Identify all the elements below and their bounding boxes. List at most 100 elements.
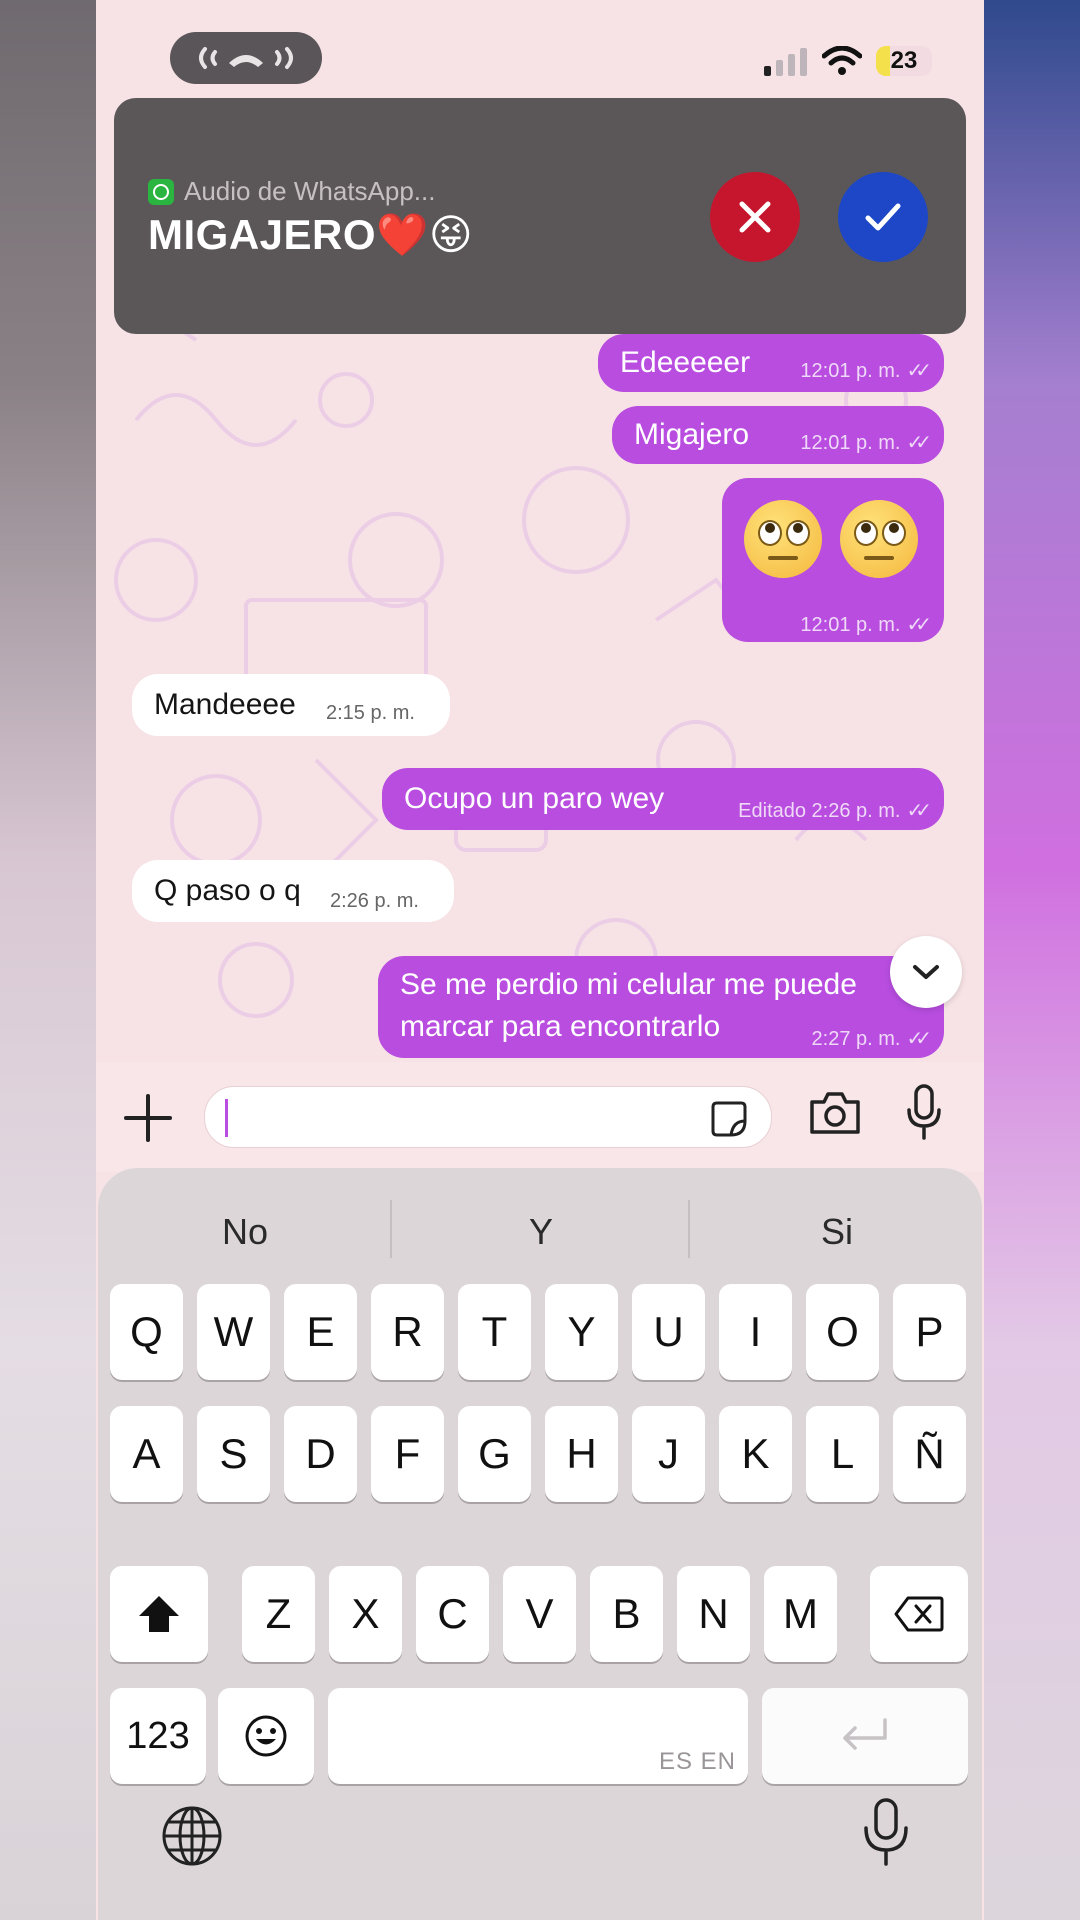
close-icon — [739, 201, 771, 233]
key-g[interactable]: G — [458, 1406, 531, 1502]
key-t[interactable]: T — [458, 1284, 531, 1380]
key-h[interactable]: H — [545, 1406, 618, 1502]
key-e[interactable]: E — [284, 1284, 357, 1380]
emoji-key[interactable] — [218, 1688, 314, 1784]
check-icon — [865, 203, 901, 231]
keyboard-language-label: ES EN — [658, 1748, 736, 1775]
message-bubble[interactable]: Q paso o q 2:26 p. m. — [132, 860, 454, 922]
dictation-icon[interactable] — [862, 1798, 910, 1866]
key-j[interactable]: J — [632, 1406, 705, 1502]
key-ñ[interactable]: Ñ — [893, 1406, 966, 1502]
message-text-line: Se me perdio mi celular me puede — [400, 968, 857, 1001]
key-n[interactable]: N — [677, 1566, 750, 1662]
message-input[interactable] — [204, 1086, 772, 1148]
key-x[interactable]: X — [329, 1566, 402, 1662]
battery-indicator: 23 — [876, 46, 932, 76]
emoji-icon — [245, 1715, 287, 1757]
emoji-pair — [744, 500, 918, 578]
suggestion-2[interactable]: Y — [394, 1190, 688, 1274]
message-bubble[interactable]: Edeeeeer 12:01 p. m. ✓✓ — [598, 334, 944, 392]
signal-icon — [764, 48, 807, 76]
message-time: 2:26 p. m. — [330, 890, 419, 912]
return-key[interactable] — [762, 1688, 968, 1784]
numbers-key[interactable]: 123 — [110, 1688, 206, 1784]
key-k[interactable]: K — [719, 1406, 792, 1502]
message-bubble[interactable]: Mandeeee 2:15 p. m. — [132, 674, 450, 736]
key-o[interactable]: O — [806, 1284, 879, 1380]
eye-roll-emoji — [840, 500, 918, 578]
whatsapp-icon — [148, 178, 174, 205]
suggestion-divider — [390, 1200, 392, 1258]
key-p[interactable]: P — [893, 1284, 966, 1380]
key-r[interactable]: R — [371, 1284, 444, 1380]
key-c[interactable]: C — [416, 1566, 489, 1662]
message-time: 12:01 p. m. ✓✓ — [800, 360, 931, 382]
on-screen-keyboard: No Y Si QWERTYUIOP ASDFGHJKLÑ ZXCVBNM 12… — [98, 1168, 982, 1920]
suggestion-3[interactable]: Si — [690, 1190, 984, 1274]
double-check-icon: ✓✓ — [906, 360, 931, 382]
key-u[interactable]: U — [632, 1284, 705, 1380]
message-text: Ocupo un paro wey — [404, 782, 665, 815]
microphone-icon[interactable] — [906, 1084, 942, 1140]
message-text: Mandeeee — [154, 688, 296, 721]
caller-name: MIGAJERO❤️😝 — [148, 211, 474, 258]
accept-call-button[interactable] — [838, 172, 928, 262]
message-time: Editado 2:26 p. m. ✓✓ — [738, 800, 932, 822]
key-s[interactable]: S — [197, 1406, 270, 1502]
backspace-key[interactable] — [870, 1566, 968, 1662]
double-check-icon: ✓✓ — [906, 614, 931, 636]
message-composer-bar — [96, 1062, 984, 1172]
message-time: 12:01 p. m. ✓✓ — [800, 614, 931, 636]
key-w[interactable]: W — [197, 1284, 270, 1380]
blurred-background-left — [0, 0, 96, 1920]
globe-icon[interactable] — [160, 1804, 224, 1868]
key-q[interactable]: Q — [110, 1284, 183, 1380]
message-text-line: marcar para encontrarlo — [400, 1010, 721, 1043]
key-a[interactable]: A — [110, 1406, 183, 1502]
key-v[interactable]: V — [503, 1566, 576, 1662]
text-cursor — [225, 1099, 228, 1137]
key-f[interactable]: F — [371, 1406, 444, 1502]
key-b[interactable]: B — [590, 1566, 663, 1662]
call-source-label: Audio de WhatsApp... — [184, 176, 436, 206]
message-text: Migajero — [634, 418, 750, 451]
sticker-icon[interactable] — [709, 1099, 749, 1139]
plus-icon[interactable] — [122, 1092, 174, 1144]
call-source: Audio de WhatsApp... — [148, 176, 435, 207]
backspace-icon — [894, 1596, 944, 1632]
active-call-pill[interactable] — [170, 32, 322, 84]
blurred-background-right — [984, 0, 1080, 1920]
key-d[interactable]: D — [284, 1406, 357, 1502]
eye-roll-emoji — [744, 500, 822, 578]
call-in-progress-icon — [199, 47, 293, 69]
double-check-icon: ✓✓ — [906, 432, 931, 454]
message-text: Q paso o q — [154, 874, 301, 907]
phone-screen: 23 Audio de WhatsApp... MIGAJERO❤️😝 Edee… — [96, 0, 984, 1920]
key-m[interactable]: M — [764, 1566, 837, 1662]
incoming-call-banner[interactable]: Audio de WhatsApp... MIGAJERO❤️😝 — [114, 98, 966, 334]
return-icon — [843, 1718, 887, 1750]
decline-call-button[interactable] — [710, 172, 800, 262]
emoji-message-bubble[interactable]: 12:01 p. m. ✓✓ — [722, 478, 944, 642]
message-bubble[interactable]: Migajero 12:01 p. m. ✓✓ — [612, 406, 944, 464]
double-check-icon: ✓✓ — [906, 1028, 931, 1050]
scroll-to-bottom-button[interactable] — [890, 936, 962, 1008]
camera-icon[interactable] — [808, 1090, 862, 1136]
space-key[interactable]: ES EN — [328, 1688, 748, 1784]
message-text: Edeeeeer — [620, 346, 751, 379]
message-time: 2:27 p. m. ✓✓ — [811, 1028, 932, 1050]
key-l[interactable]: L — [806, 1406, 879, 1502]
key-z[interactable]: Z — [242, 1566, 315, 1662]
wifi-icon — [822, 46, 862, 75]
shift-key[interactable] — [110, 1566, 208, 1662]
chevron-down-icon — [913, 965, 939, 979]
message-bubble[interactable]: Se me perdio mi celular me puede marcar … — [378, 956, 944, 1058]
message-time: 2:15 p. m. — [326, 702, 415, 724]
suggestion-1[interactable]: No — [98, 1190, 392, 1274]
message-bubble[interactable]: Ocupo un paro wey Editado 2:26 p. m. ✓✓ — [382, 768, 944, 830]
key-i[interactable]: I — [719, 1284, 792, 1380]
message-time: 12:01 p. m. ✓✓ — [800, 432, 931, 454]
double-check-icon: ✓✓ — [906, 800, 931, 822]
shift-icon — [139, 1596, 179, 1632]
key-y[interactable]: Y — [545, 1284, 618, 1380]
